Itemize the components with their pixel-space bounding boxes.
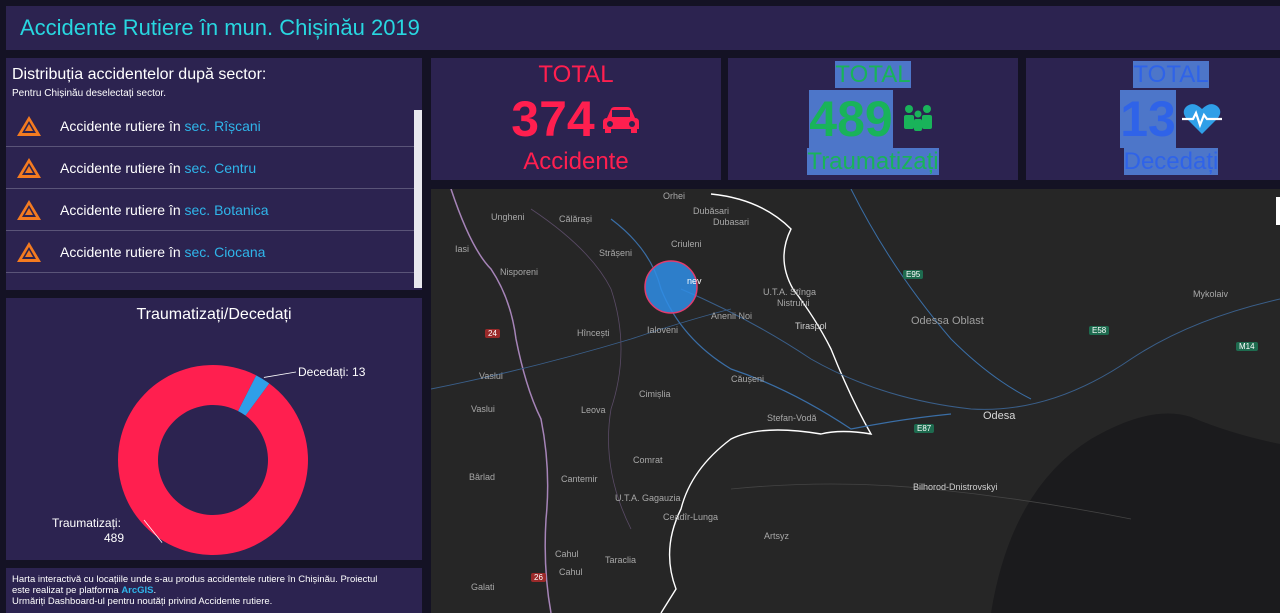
list-item-sector: sec. Botanica [184, 201, 269, 218]
map-place-label: Bârlad [469, 472, 496, 482]
map-place-label: Cahul [559, 567, 583, 577]
map-place-label: Cantemir [561, 474, 598, 484]
map-place-label: Nisporeni [500, 267, 539, 277]
map-city-label: Odesa [983, 410, 1016, 422]
sector-list-subtitle: Pentru Chișinău deselectați sector. [12, 88, 166, 99]
map-place-label: Stefan-Vodă [767, 413, 817, 423]
people-icon [903, 105, 932, 131]
map-place-label: Tiraspol [795, 321, 827, 331]
deaths-data-label: Decedați: 13 [298, 365, 366, 379]
list-item-ciocana[interactable]: Accidente rutiere în sec. Ciocana [6, 231, 418, 273]
heart-pulse-icon [1181, 104, 1222, 134]
list-item-riscani[interactable]: Accidente rutiere în sec. Rîșcani [6, 105, 418, 147]
road-shield: 26 [531, 573, 546, 582]
map-place-label: nev [687, 276, 702, 286]
map-place-label: Anenii Noi [711, 311, 753, 321]
map-place-label: Cimișlia [639, 389, 671, 399]
map-place-label: Mykolaiv [1193, 289, 1229, 299]
list-item-sector: sec. Centru [184, 159, 257, 176]
tile-value: 13 [1120, 90, 1176, 148]
sector-list: Accidente rutiere în sec. Rîșcani Accide… [6, 105, 418, 273]
map-place-label: Iasi [455, 244, 470, 254]
tile-injured: TOTAL 489 Traumatizați [728, 58, 1018, 180]
road-shield: E58 [1089, 326, 1110, 335]
map-place-label: Ceadîr-Lunga [663, 512, 719, 522]
map-place-label: Taraclia [605, 555, 637, 565]
warning-triangle-icon [17, 115, 41, 136]
sector-list-title: Distribuția accidentelor după sector: [12, 66, 267, 83]
list-item-prefix: Accidente rutiere în [60, 159, 181, 176]
warning-triangle-icon [17, 157, 41, 178]
tile-label: TOTAL [538, 61, 614, 88]
dashboard-title: Accidente Rutiere în mun. Chișinău 2019 [20, 15, 420, 40]
tile-caption: Decedați [1123, 148, 1219, 175]
injured-data-label-value: 489 [104, 531, 125, 545]
warning-triangle-icon [17, 199, 41, 220]
map-place-label: Ungheni [491, 212, 525, 222]
road-shield: M14 [1236, 342, 1258, 351]
warning-triangle-icon [17, 241, 41, 262]
map-place-label: Bilhorod-Dnistrovskyi [913, 482, 998, 492]
map-place-label: Strășeni [599, 248, 633, 258]
map-place-label: Călărași [559, 214, 593, 224]
footer-line-2-suffix: . [153, 585, 157, 596]
map-place-label: Hîncești [577, 328, 610, 338]
map-place-label: Dubăsari [693, 206, 730, 216]
map-place-label: Comrat [633, 455, 663, 465]
tile-value: 374 [511, 91, 595, 147]
leader-line [263, 371, 297, 378]
footer-line-2-prefix: este realizat pe platforma [12, 585, 119, 596]
map-place-label: Criuleni [671, 239, 702, 249]
injured-data-label-name: Traumatizați: [52, 516, 121, 530]
tile-label: TOTAL [1133, 61, 1209, 88]
map-place-label: Ialoveni [647, 325, 679, 335]
donut-chart-panel: Traumatizați/Decedați Decedați: 13 Traum… [6, 298, 422, 560]
list-item-sector: sec. Ciocana [184, 243, 266, 260]
map-side-handle[interactable] [1276, 197, 1280, 225]
list-item-prefix: Accidente rutiere în [60, 201, 181, 218]
chart-title: Traumatizați/Decedați [136, 306, 292, 323]
dashboard-header: Accidente Rutiere în mun. Chișinău 2019 [6, 6, 1280, 50]
map-place-label: U.T.A. Gagauzia [615, 493, 681, 503]
tile-value: 489 [809, 90, 893, 148]
map-place-label: Orhei [663, 191, 686, 201]
tile-deaths: TOTAL 13 Decedați [1026, 58, 1280, 180]
arcgis-link[interactable]: ArcGIS [121, 585, 153, 596]
list-item-botanica[interactable]: Accidente rutiere în sec. Botanica [6, 189, 418, 231]
list-item-sector: sec. Rîșcani [184, 117, 261, 134]
tile-caption: Accidente [523, 148, 629, 175]
donut-slice-traumatizați[interactable] [118, 365, 309, 555]
list-item-prefix: Accidente rutiere în [60, 243, 181, 260]
accident-map[interactable]: Orhei Dubăsari Dubasari Ungheni Călărași… [431, 189, 1280, 613]
map-place-label: Leova [581, 405, 606, 415]
list-item-prefix: Accidente rutiere în [60, 117, 181, 134]
tile-caption: Traumatizați [807, 148, 939, 175]
tile-label: TOTAL [835, 61, 911, 88]
road-shield: E95 [903, 270, 924, 279]
map-place-label: Dubasari [713, 217, 750, 227]
road-shield: E87 [914, 424, 935, 433]
map-place-label: Galati [471, 582, 495, 592]
footer-line-3: Urmăriți Dashboard-ul pentru noutăți pri… [12, 596, 273, 607]
map-place-label: Artsyz [764, 531, 790, 541]
tile-accidents: TOTAL 374 Accidente [431, 58, 721, 180]
sector-list-panel: Distribuția accidentelor după sector: Pe… [6, 58, 422, 290]
road-shield: 24 [485, 329, 500, 338]
map-place-label: Vaslui [471, 404, 495, 414]
map-place-label: U.T.A. Stînga [763, 287, 817, 297]
list-item-centru[interactable]: Accidente rutiere în sec. Centru [6, 147, 418, 189]
map-place-label: Vaslui [479, 371, 503, 381]
map-region-label: Odessa Oblast [911, 315, 984, 327]
map-place-label: Căușeni [731, 374, 765, 384]
footer-line-1: Harta interactivă cu locațiile unde s-au… [12, 574, 378, 585]
car-icon [602, 107, 639, 133]
sector-list-scrollbar[interactable] [414, 110, 422, 288]
footer-info: Harta interactivă cu locațiile unde s-au… [6, 568, 422, 613]
map-place-label: Cahul [555, 549, 579, 559]
map-place-label: Nistrului [777, 298, 810, 308]
